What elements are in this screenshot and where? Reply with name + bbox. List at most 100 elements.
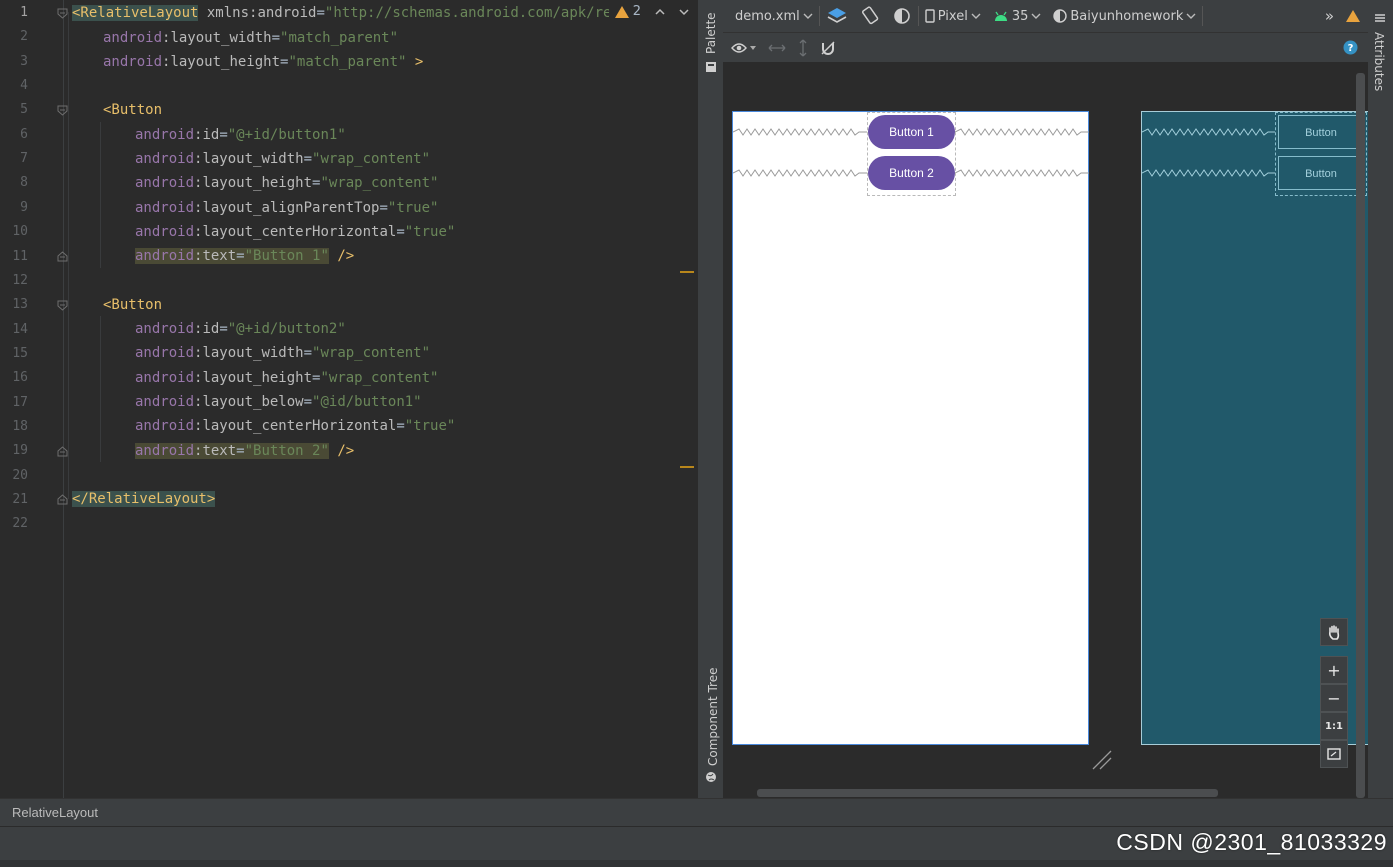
line-number: 20: [12, 467, 28, 483]
view-options-button[interactable]: [723, 31, 762, 64]
code-line[interactable]: android:id="@+id/button1": [135, 123, 346, 147]
pan-button[interactable]: [1320, 618, 1348, 646]
zoom-fit-button[interactable]: [1320, 740, 1348, 768]
vertical-scrollbar[interactable]: [1356, 73, 1365, 798]
code-eq: =: [396, 224, 405, 240]
indent-guide: [100, 316, 101, 462]
design-sub-toolbar: ?: [723, 33, 1368, 63]
layers-button[interactable]: [820, 0, 854, 33]
code-line[interactable]: android:text="Button 1" />: [135, 244, 354, 268]
chevron-up-icon[interactable]: [653, 5, 667, 19]
help-button[interactable]: ?: [1337, 31, 1368, 64]
file-selector[interactable]: demo.xml: [723, 0, 819, 33]
code-editor[interactable]: 1 2 3 4 5 6 7 8 9 10 11 12 13 14 15 16 17 18 19 20 21 22 <Rel…: [0, 0, 697, 798]
code-line[interactable]: <Button: [103, 293, 162, 317]
code-line[interactable]: android:layout_height="wrap_content": [135, 366, 438, 390]
design-canvas[interactable]: Button 1 Button 2 Button Button + − 1:1: [723, 63, 1368, 798]
phone-icon: [925, 9, 935, 23]
night-mode-button[interactable]: [886, 0, 918, 33]
inspection-widget[interactable]: 2: [608, 4, 691, 19]
preview-button-1[interactable]: Button 1: [868, 115, 955, 149]
code-line[interactable]: android:layout_height="wrap_content": [135, 171, 438, 195]
code-eq: =: [396, 418, 405, 434]
line-number: 19: [12, 443, 28, 459]
breadcrumb-item[interactable]: RelativeLayout: [12, 805, 98, 820]
code-line[interactable]: android:layout_width="match_parent": [103, 26, 398, 50]
code-line[interactable]: <Button: [103, 98, 162, 122]
code-line[interactable]: android:layout_height="match_parent" >: [103, 50, 423, 74]
code-eq: =: [236, 443, 245, 459]
line-number: 3: [20, 53, 28, 69]
zoom-in-label: +: [1327, 660, 1341, 680]
android-icon: [994, 11, 1007, 21]
line-number: 11: [12, 248, 28, 264]
code-line[interactable]: android:layout_alignParentTop="true": [135, 196, 438, 220]
zoom-out-button[interactable]: −: [1320, 684, 1348, 712]
tab-component-tree[interactable]: Component Tree: [698, 660, 724, 790]
line-number: 7: [20, 151, 28, 167]
android-studio-window: 1 2 3 4 5 6 7 8 9 10 11 12 13 14 15 16 17 18 19 20 21 22 <Rel…: [0, 0, 1393, 867]
code-line[interactable]: <RelativeLayout xmlns:android="http://sc…: [72, 1, 637, 25]
fold-end-icon[interactable]: [57, 494, 68, 505]
code-value: "@+id/button2": [227, 321, 346, 337]
chevron-down-icon[interactable]: [677, 5, 691, 19]
design-preview[interactable]: Button 1 Button 2: [732, 111, 1089, 745]
code-value: "wrap_content": [320, 175, 439, 191]
fold-icon[interactable]: [57, 8, 68, 19]
device-name: Pixel: [937, 8, 968, 24]
code-ns: android: [103, 54, 163, 70]
fold-icon[interactable]: [57, 300, 68, 311]
code-attr: xmlns:android: [206, 5, 317, 21]
code-line[interactable]: </RelativeLayout>: [72, 487, 216, 511]
device-selector[interactable]: Pixel: [919, 0, 987, 33]
code-attr: :id: [194, 127, 220, 143]
tab-palette[interactable]: Palette: [698, 6, 724, 76]
vertical-arrows-icon: [799, 39, 807, 56]
warning-stripe-marker[interactable]: [680, 271, 694, 273]
fold-icon[interactable]: [57, 105, 68, 116]
code-line[interactable]: android:layout_width="wrap_content": [135, 341, 430, 365]
code-line[interactable]: android:layout_centerHorizontal="true": [135, 220, 455, 244]
api-level-selector[interactable]: 35: [987, 0, 1048, 33]
code-attr: :id: [194, 321, 220, 337]
zoom-out-label: −: [1327, 688, 1341, 708]
code-attr: :text: [194, 248, 237, 264]
code-line[interactable]: android:layout_centerHorizontal="true": [135, 414, 455, 438]
code-value: "Button 1": [244, 248, 329, 264]
line-number: 2: [20, 29, 28, 45]
code-line[interactable]: android:text="Button 2" />: [135, 439, 354, 463]
code-attr: :layout_height: [194, 175, 313, 191]
resize-handle-icon[interactable]: [1091, 749, 1113, 771]
palette-icon: [706, 62, 716, 72]
theme-selector[interactable]: Baiyunhomework: [1047, 0, 1202, 33]
horizontal-scrollbar[interactable]: [757, 789, 1218, 797]
warning-stripe-marker[interactable]: [680, 466, 694, 468]
autoconnect-button[interactable]: [814, 31, 842, 64]
orientation-button[interactable]: [854, 0, 886, 33]
code-ns: android: [103, 30, 163, 46]
night-mode-icon: [893, 8, 910, 24]
fold-end-icon[interactable]: [57, 251, 68, 262]
warning-icon: [1346, 10, 1360, 22]
zoom-actual-label: 1:1: [1325, 720, 1343, 732]
preview-button-2[interactable]: Button 2: [868, 156, 955, 190]
code-ns: android: [135, 175, 195, 191]
vertical-constraint-button[interactable]: [792, 31, 814, 64]
zoom-actual-button[interactable]: 1:1: [1320, 712, 1348, 740]
blueprint-button-2[interactable]: Button: [1278, 156, 1364, 190]
code-line[interactable]: android:layout_width="wrap_content": [135, 147, 430, 171]
fold-end-icon[interactable]: [57, 446, 68, 457]
rotate-device-icon: [861, 6, 879, 25]
code-eq: =: [303, 345, 313, 361]
blueprint-button-1[interactable]: Button: [1278, 115, 1364, 149]
tool-window-tabs: [0, 860, 1393, 867]
code-value: "Button 2": [244, 443, 329, 459]
toolbar-overflow-button[interactable]: »: [1319, 0, 1340, 33]
horizontal-constraint-button[interactable]: [762, 31, 792, 64]
code-line[interactable]: android:id="@+id/button2": [135, 317, 346, 341]
issues-button[interactable]: [1340, 0, 1368, 33]
tab-attributes[interactable]: Attributes: [1368, 6, 1393, 96]
code-line[interactable]: android:layout_below="@id/button1": [135, 390, 422, 414]
code-eq: =: [271, 30, 281, 46]
zoom-in-button[interactable]: +: [1320, 656, 1348, 684]
